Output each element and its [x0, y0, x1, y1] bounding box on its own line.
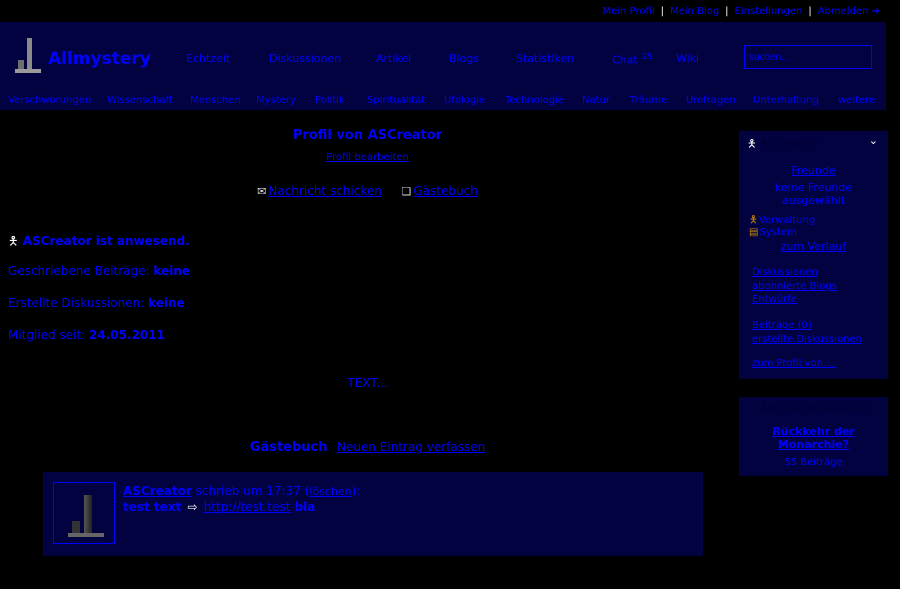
delete-entry-link[interactable]: löschen	[309, 485, 351, 498]
external-link-icon: ⇨	[187, 500, 198, 514]
person-icon: 🯅	[747, 137, 757, 150]
discussion-post-count: 55 Beiträge	[784, 457, 843, 468]
user-sidebar: 🯅 ASCreator ⌄ Freunde keine Freunde ausg…	[739, 131, 888, 379]
nav-chat-label: Chat	[612, 53, 638, 67]
category-link[interactable]: Ufologie	[444, 95, 485, 106]
category-link[interactable]: Politik	[315, 95, 345, 106]
send-message-link[interactable]: Nachricht schicken	[268, 184, 381, 198]
sidebar-row-system: ▤System	[749, 227, 797, 238]
site-brand[interactable]: Allmystery	[48, 49, 151, 69]
sidebar-link-drafts[interactable]: Entwürfe	[752, 294, 797, 305]
stat-value: keine	[148, 296, 185, 310]
entry-url-link[interactable]: http://test.test	[204, 500, 291, 514]
nav-echtzeit[interactable]: Echtzeit	[186, 52, 230, 65]
settings-link[interactable]: Einstellungen	[735, 6, 803, 17]
separator: |	[660, 6, 664, 17]
person-icon: 🯅	[8, 234, 19, 248]
new-entry-link[interactable]: Neuen Eintrag verfassen	[337, 440, 485, 454]
row-label: System	[759, 227, 797, 238]
sidebar-link-created[interactable]: erstellte Diskussionen	[752, 334, 862, 345]
stat-discussions: Erstellte Diskussionen: keine	[8, 296, 185, 310]
guestbook-icon: ❏	[401, 185, 412, 198]
edit-profile-link-wrap: Profil bearbeiten	[0, 152, 735, 163]
nav-blogs[interactable]: Blogs	[449, 52, 479, 65]
discussion-title-link[interactable]: Rückkehr der Monarchie?	[739, 425, 888, 451]
user-menu: Mein Profil | Mein Blog | Einstellungen | Abme…	[603, 6, 880, 17]
logo-icon[interactable]	[15, 38, 41, 74]
sidebar-link-posts[interactable]: Beiträge (0)	[752, 320, 812, 331]
guestbook-entry: ASCreator schrieb um 17:37 (löschen): te…	[43, 472, 703, 556]
stat-member-since: Mitglied seit: 24.05.2011	[8, 328, 165, 342]
category-link[interactable]: Unterhaltung	[753, 95, 819, 106]
entry-body: test text ⇨ http://test.test bla	[123, 500, 315, 514]
category-link[interactable]: weitere	[838, 95, 875, 106]
stat-value: keine	[153, 264, 190, 278]
status-text: ist anwesend.	[95, 234, 190, 248]
entry-text-after: bla	[294, 500, 316, 514]
sidebar-link-blogs[interactable]: abonnierte Blogs	[752, 281, 837, 292]
my-blog-link[interactable]: Mein Blog	[670, 6, 719, 17]
nav-statistiken[interactable]: Statistiken	[516, 52, 574, 65]
stat-label: Mitglied seit:	[8, 328, 86, 342]
edit-profile-link[interactable]: Profil bearbeiten	[326, 152, 409, 163]
sidebar-link-discussions[interactable]: Diskussionen	[752, 267, 818, 278]
nav-wiki[interactable]: Wiki	[676, 52, 699, 65]
category-link[interactable]: Natur	[582, 95, 610, 106]
chat-count-badge: 28	[641, 52, 652, 61]
no-friends-text: keine Freunde ausgewählt	[774, 181, 853, 207]
category-link[interactable]: Umfragen	[686, 95, 736, 106]
stat-label: Erstellte Diskussionen:	[8, 296, 145, 310]
sidebar-header-label: ASCreator	[761, 136, 817, 149]
separator: |	[808, 6, 812, 17]
document-icon: ▤	[749, 227, 759, 238]
category-link[interactable]: Technologie	[505, 95, 564, 106]
arrow-right-icon: ➔	[871, 6, 880, 17]
stat-posts: Geschriebene Beiträge: keine	[8, 264, 190, 278]
profile-actions: ✉ Nachricht schicken ❏ Gästebuch	[0, 184, 735, 198]
entry-time: schrieb um 17:37	[195, 484, 301, 498]
user-bar: Mein Profil | Mein Blog | Einstellungen | Abme…	[0, 0, 900, 22]
profile-text: TEXT...	[347, 376, 388, 390]
history-link[interactable]: zum Verlauf	[739, 240, 888, 253]
nav-diskussionen[interactable]: Diskussionen	[269, 52, 341, 65]
friends-link[interactable]: Freunde	[739, 164, 888, 177]
sidebar-header[interactable]: 🯅 ASCreator ⌄	[739, 131, 888, 153]
current-discussion-box: Aktuelle Diskussion Rückkehr der Monarch…	[739, 397, 888, 476]
search-input[interactable]	[744, 45, 872, 69]
entry-text: test text	[123, 500, 182, 514]
category-link[interactable]: Spiritualität	[367, 95, 425, 106]
envelope-icon: ✉	[257, 185, 267, 198]
nav-artikel[interactable]: Artikel	[376, 52, 411, 65]
person-icon: 🯅	[749, 215, 758, 226]
nav-chat[interactable]: Chat 28	[612, 52, 652, 67]
site-header: Allmystery Echtzeit Diskussionen Artikel…	[0, 22, 886, 110]
guestbook-title: Gästebuch	[249, 440, 328, 455]
entry-author-link[interactable]: ASCreator	[123, 484, 192, 498]
category-link[interactable]: Menschen	[190, 95, 241, 106]
category-link[interactable]: Verschwörungen	[8, 95, 91, 106]
category-link[interactable]: Wissenschaft	[107, 95, 173, 106]
row-label: Verwaltung	[758, 215, 816, 226]
guestbook-link[interactable]: Gästebuch	[413, 184, 477, 198]
category-link[interactable]: Träume	[630, 95, 667, 106]
chevron-down-icon[interactable]: ⌄	[869, 134, 878, 147]
page-title: Profil von ASCreator	[292, 128, 443, 143]
stat-label: Geschriebene Beiträge:	[8, 264, 150, 278]
sidebar-profile-link[interactable]: zum Profil von ...	[752, 358, 836, 369]
entry-meta: ASCreator schrieb um 17:37 (löschen):	[123, 484, 361, 498]
online-status: 🯅 ASCreator ist anwesend.	[8, 232, 190, 253]
status-user: ASCreator	[22, 234, 92, 248]
box-header: Aktuelle Diskussion	[760, 402, 867, 415]
separator: |	[725, 6, 729, 17]
guestbook-header: Gästebuch Neuen Eintrag verfassen	[0, 440, 735, 455]
category-link[interactable]: Mystery	[256, 95, 296, 106]
stat-value: 24.05.2011	[89, 328, 165, 342]
profile-main: Profil von ASCreator Profil bearbeiten ✉…	[0, 110, 735, 589]
avatar[interactable]	[53, 482, 115, 544]
my-profile-link[interactable]: Mein Profil	[603, 6, 655, 17]
logout-link[interactable]: Abmelden	[818, 6, 869, 17]
